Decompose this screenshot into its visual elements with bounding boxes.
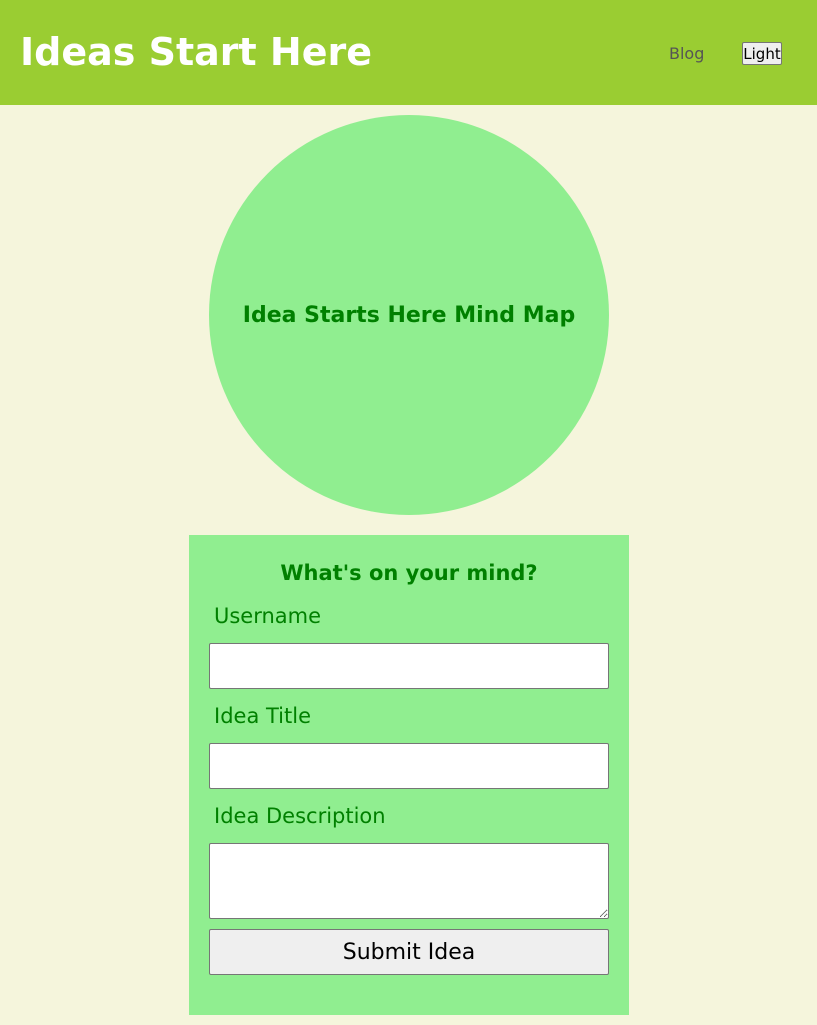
site-title: Ideas Start Here [20, 30, 373, 74]
idea-description-label: Idea Description [214, 804, 386, 828]
theme-toggle-button[interactable]: Light [742, 42, 782, 65]
mind-map-circle[interactable]: Idea Starts Here Mind Map [209, 115, 609, 515]
idea-title-label: Idea Title [214, 704, 311, 728]
mind-map-title: Idea Starts Here Mind Map [242, 302, 576, 328]
username-input[interactable] [209, 643, 609, 689]
idea-title-input[interactable] [209, 743, 609, 789]
submit-idea-button[interactable]: Submit Idea [209, 929, 609, 975]
idea-description-textarea[interactable] [209, 843, 609, 919]
site-header: Ideas Start Here Blog Light [0, 0, 817, 105]
idea-form: What's on your mind? Username Idea Title… [189, 535, 629, 1015]
username-label: Username [214, 604, 322, 628]
nav-link-blog[interactable]: Blog [669, 44, 704, 63]
form-heading: What's on your mind? [280, 561, 538, 585]
